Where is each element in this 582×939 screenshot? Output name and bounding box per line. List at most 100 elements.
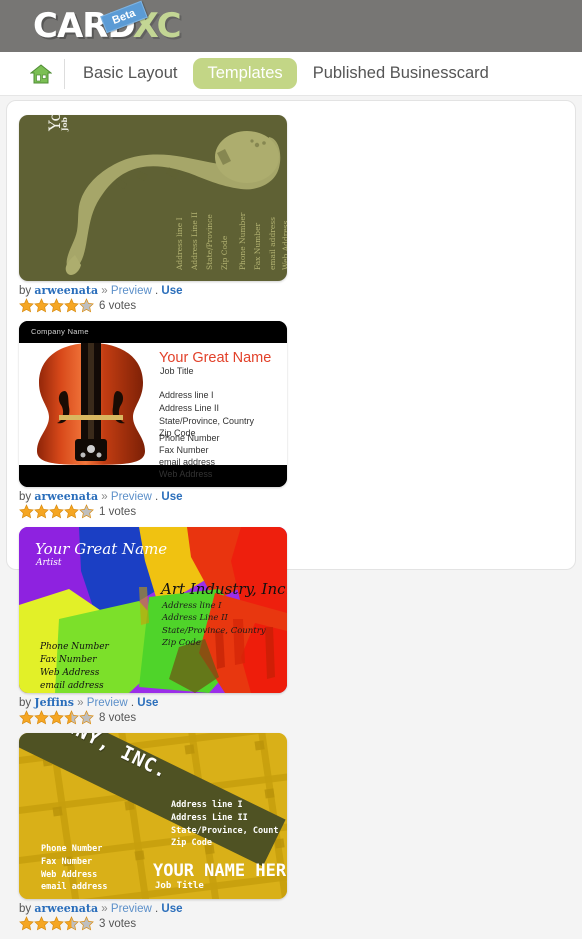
votes-count: 8 votes xyxy=(99,711,137,724)
preview-link[interactable]: Preview xyxy=(111,285,152,297)
star-2[interactable] xyxy=(34,504,49,519)
templates-panel: Your Great Name Job Title Address line I… xyxy=(6,100,576,931)
credits-separator: » xyxy=(101,285,108,297)
star-2[interactable] xyxy=(34,916,49,931)
use-link[interactable]: Use xyxy=(161,285,182,297)
votes-count: 1 votes xyxy=(99,505,137,518)
card-company-name: Company Name xyxy=(31,327,89,336)
card-address-line-3: State/Province xyxy=(205,214,214,270)
card-address-block: Address line I Address Line II State/Provi… xyxy=(171,800,279,849)
star-rating[interactable] xyxy=(19,504,94,519)
star-1[interactable] xyxy=(19,710,34,725)
nav-item-templates[interactable]: Templates xyxy=(193,58,297,89)
card-name: Your Great Name xyxy=(35,540,168,558)
star-4[interactable] xyxy=(64,504,79,519)
by-label: by xyxy=(19,285,32,297)
card-contact-line-2: Fax Number xyxy=(253,222,262,270)
template-card-saxophone-olive[interactable]: Your Great Name Job Title Address line I… xyxy=(19,115,287,281)
card-address-line-1: Address line I xyxy=(175,217,184,270)
credits-dot: . xyxy=(130,697,135,709)
card-name: YOUR NAME HERE xyxy=(153,861,287,881)
card-job-title: Artist xyxy=(36,558,62,568)
violin-photo xyxy=(37,343,145,465)
use-link[interactable]: Use xyxy=(161,491,182,503)
site-header: CARD XC Beta xyxy=(0,0,582,52)
card-address-line-2: Address Line II xyxy=(190,211,199,270)
credits-separator: » xyxy=(77,697,84,709)
credits-dot: . xyxy=(155,903,159,915)
credits-dot: . xyxy=(155,285,159,297)
star-5[interactable] xyxy=(79,916,94,931)
template-cell: Your Great Name Artist Art Industry, Inc… xyxy=(19,527,301,725)
votes-count: 3 votes xyxy=(99,917,137,930)
star-3[interactable] xyxy=(49,504,64,519)
card-contact-line-3: email address xyxy=(268,217,277,270)
star-4[interactable] xyxy=(64,916,79,931)
rating-row: 3 votes xyxy=(19,916,287,931)
nav-item-published-businesscard[interactable]: Published Businesscard xyxy=(301,59,501,88)
star-4[interactable] xyxy=(64,298,79,313)
star-5[interactable] xyxy=(79,298,94,313)
card-bottom-bar xyxy=(19,465,287,487)
star-rating[interactable] xyxy=(19,298,94,313)
template-card-company-yellow[interactable]: COMPANNY, INC. Address line IAddress Lin… xyxy=(19,733,287,899)
star-3[interactable] xyxy=(49,916,64,931)
card-contact-block: Phone Number Fax Number Web Address email a… xyxy=(40,642,109,692)
star-1[interactable] xyxy=(19,916,34,931)
star-4[interactable] xyxy=(64,710,79,725)
nav-item-basic-layout[interactable]: Basic Layout xyxy=(71,59,189,88)
star-5[interactable] xyxy=(79,710,94,725)
preview-link[interactable]: Preview xyxy=(111,903,152,915)
template-credits: by arweenata » Preview . Use xyxy=(19,284,287,297)
author-link[interactable]: arweenata xyxy=(34,284,98,297)
template-meta: by Jeffins » Preview . Use 8 votes xyxy=(19,693,287,725)
by-label: by xyxy=(19,697,32,709)
template-credits: by arweenata » Preview . Use xyxy=(19,490,287,503)
template-card-paint-splash[interactable]: Your Great Name Artist Art Industry, Inc… xyxy=(19,527,287,693)
template-meta: by arweenata » Preview . Use 6 votes xyxy=(19,281,287,313)
template-credits: by arweenata » Preview . Use xyxy=(19,902,287,915)
star-5[interactable] xyxy=(79,504,94,519)
by-label: by xyxy=(19,491,32,503)
template-cell: COMPANNY, INC. Address line IAddress Lin… xyxy=(19,733,301,931)
author-link[interactable]: arweenata xyxy=(34,902,98,915)
author-link[interactable]: arweenata xyxy=(34,490,98,503)
rating-row: 6 votes xyxy=(19,298,287,313)
rating-row: 8 votes xyxy=(19,710,287,725)
preview-link[interactable]: Preview xyxy=(87,697,128,709)
main-navigation: Basic Layout Templates Published Busines… xyxy=(0,52,582,96)
star-2[interactable] xyxy=(34,710,49,725)
card-job-title: Job Title xyxy=(160,366,194,376)
votes-count: 6 votes xyxy=(99,299,137,312)
template-meta: by arweenata » Preview . Use 3 votes xyxy=(19,899,287,931)
use-link[interactable]: Use xyxy=(161,903,182,915)
credits-dot: . xyxy=(155,491,159,503)
card-job-title: Job Title xyxy=(60,115,69,131)
template-cell: Your Great Name Job Title Address line I… xyxy=(19,115,301,313)
card-address-line-4: Zip Code xyxy=(220,235,229,270)
template-cell: Company Name Your Great Name Job Title A… xyxy=(19,321,301,519)
star-1[interactable] xyxy=(19,298,34,313)
templates-grid: Your Great Name Job Title Address line I… xyxy=(19,115,571,939)
author-link[interactable]: Jeffins xyxy=(34,696,74,709)
star-rating[interactable] xyxy=(19,916,94,931)
template-credits: by Jeffins » Preview . Use xyxy=(19,696,287,709)
card-contact-line-4: Web Address xyxy=(281,220,287,270)
card-job-title: Job Title xyxy=(155,881,204,891)
rating-row: 1 votes xyxy=(19,504,287,519)
home-icon[interactable] xyxy=(29,63,53,85)
star-rating[interactable] xyxy=(19,710,94,725)
card-contact-line-1: Phone Number xyxy=(238,212,247,270)
template-card-violin-black[interactable]: Company Name Your Great Name Job Title A… xyxy=(19,321,287,487)
star-3[interactable] xyxy=(49,298,64,313)
card-company-name: Art Industry, Inc. xyxy=(161,580,287,598)
card-contact-block: Phone Number Fax Number email address Web A… xyxy=(159,433,220,479)
card-address-block: Address line I Address Line II State/Provi… xyxy=(162,601,266,648)
preview-link[interactable]: Preview xyxy=(111,491,152,503)
star-3[interactable] xyxy=(49,710,64,725)
use-link[interactable]: Use xyxy=(137,697,158,709)
nav-divider xyxy=(64,58,65,89)
by-label: by xyxy=(19,903,32,915)
star-1[interactable] xyxy=(19,504,34,519)
star-2[interactable] xyxy=(34,298,49,313)
